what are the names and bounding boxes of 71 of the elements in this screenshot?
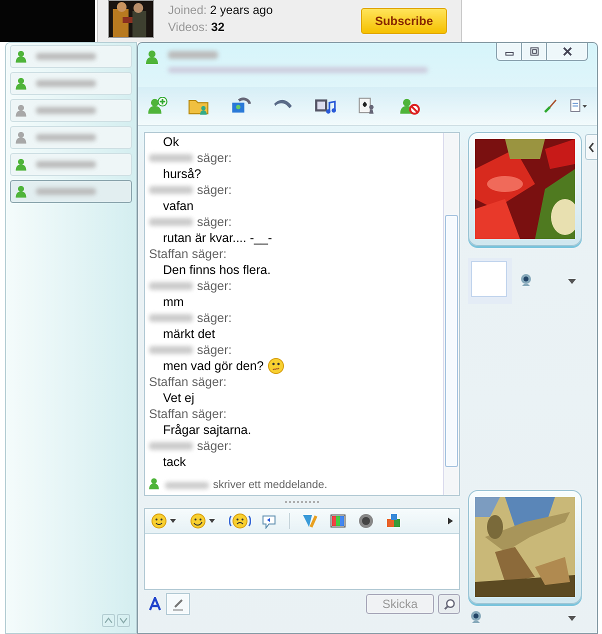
blurred-name xyxy=(36,161,96,168)
message-text: hurså? xyxy=(163,166,202,182)
webcam-preview xyxy=(468,258,512,304)
speaker-icon[interactable] xyxy=(358,513,374,529)
sender-line: säger: xyxy=(197,182,232,198)
blurred-name xyxy=(36,188,96,195)
subscribe-button[interactable]: Subscribe xyxy=(360,8,447,34)
blurred-name xyxy=(36,107,96,114)
caret-icon[interactable] xyxy=(170,519,176,523)
video-call-icon[interactable] xyxy=(230,97,252,115)
message-text: mm xyxy=(163,294,184,310)
blurred-name xyxy=(149,442,193,450)
block-contact-icon[interactable] xyxy=(398,97,420,115)
caret-icon[interactable] xyxy=(209,519,215,523)
dropdown-arrow-icon[interactable] xyxy=(568,616,576,621)
blurred-name xyxy=(149,346,193,354)
sender-line: säger: xyxy=(197,310,232,326)
sender-line: Staffan säger: xyxy=(149,406,228,422)
message-text: märkt det xyxy=(163,326,216,342)
search-icon xyxy=(442,598,456,610)
blurred-name xyxy=(149,282,193,290)
message-text: tack xyxy=(163,454,186,470)
chevron-left-icon xyxy=(588,142,595,152)
winking-smiley-icon[interactable] xyxy=(190,513,206,529)
blurred-name xyxy=(36,53,96,60)
dropdown-arrow-icon[interactable] xyxy=(568,278,576,284)
blurred-name xyxy=(168,51,218,59)
blocks-icon[interactable] xyxy=(386,513,402,529)
message-text: rutan är kvar.... -__- xyxy=(163,230,272,246)
blurred-name xyxy=(36,80,96,87)
sender-line: säger: xyxy=(197,278,232,294)
message-text: vafan xyxy=(163,198,194,214)
sender-line: säger: xyxy=(197,438,232,454)
smiley-icon[interactable] xyxy=(151,513,167,529)
joined-text: Joined: 2 years ago xyxy=(168,2,273,19)
typing-status: skriver ett meddelande. xyxy=(213,479,328,491)
close-icon xyxy=(562,46,572,57)
collapse-tab[interactable] xyxy=(585,134,597,160)
scrollbar[interactable] xyxy=(443,133,459,495)
more-arrow-icon[interactable] xyxy=(448,517,453,525)
color-palette-icon[interactable] xyxy=(330,513,346,529)
message-text: Den finns hos flera. xyxy=(163,262,271,278)
blurred-name xyxy=(149,154,193,162)
nudge-icon[interactable] xyxy=(229,513,251,529)
sender-line: Staffan säger: xyxy=(149,246,228,262)
videos-text: Videos: 32 xyxy=(168,19,226,36)
message-text: men vad gör den? xyxy=(163,358,264,374)
sender-line: säger: xyxy=(197,150,232,166)
sender-line: Staffan säger: xyxy=(149,374,228,390)
film-music-icon[interactable] xyxy=(314,97,336,115)
search-button[interactable] xyxy=(438,594,460,614)
blurred-name xyxy=(149,186,193,194)
maximize-icon xyxy=(528,46,540,57)
pen-icon[interactable] xyxy=(166,593,190,615)
speech-bubble-icon[interactable] xyxy=(261,513,277,529)
add-contact-icon[interactable] xyxy=(146,97,168,115)
sender-line: säger: xyxy=(197,214,232,230)
blurred-name xyxy=(165,482,209,488)
sender-line: säger: xyxy=(197,342,232,358)
person-icon xyxy=(144,49,160,65)
message-text: Frågar sajtarna. xyxy=(163,422,252,438)
blurred-name xyxy=(149,314,193,322)
blurred-name xyxy=(149,218,193,226)
blurred-name xyxy=(36,134,96,141)
webcam-icon[interactable] xyxy=(520,272,532,286)
message-text: Vet ej xyxy=(163,390,194,406)
folder-icon[interactable] xyxy=(188,97,210,115)
menu-icon[interactable] xyxy=(569,98,587,114)
person-icon xyxy=(147,477,161,490)
message-text: Ok xyxy=(163,134,179,150)
webcam-icon[interactable] xyxy=(470,610,482,624)
